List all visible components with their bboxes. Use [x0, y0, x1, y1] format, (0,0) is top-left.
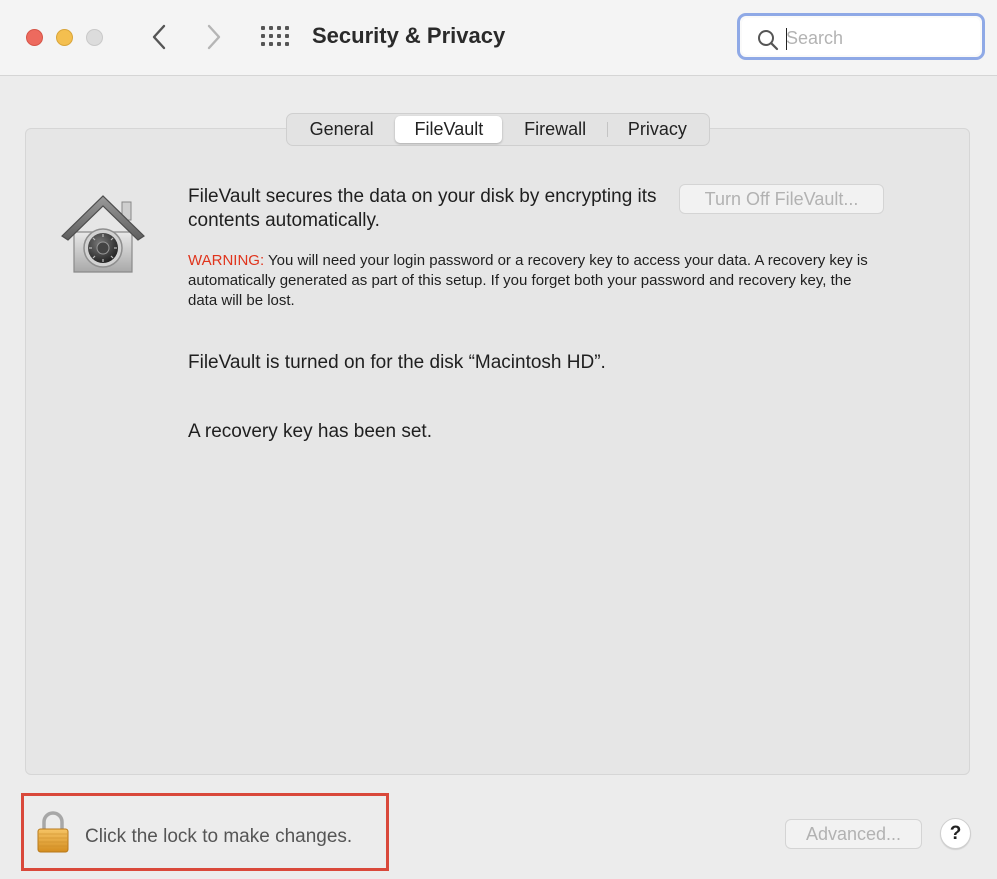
minimize-button[interactable]: [56, 29, 73, 46]
zoom-button[interactable]: [86, 29, 103, 46]
tab-firewall[interactable]: Firewall: [503, 116, 606, 143]
advanced-button[interactable]: Advanced...: [785, 819, 922, 849]
filevault-description: FileVault secures the data on your disk …: [188, 186, 657, 231]
tab-privacy[interactable]: Privacy: [608, 116, 707, 143]
filevault-disk-status: FileVault is turned on for the disk “Mac…: [188, 352, 606, 373]
recovery-key-status: A recovery key has been set.: [188, 421, 432, 442]
forward-button[interactable]: [200, 22, 228, 52]
search-icon: [758, 30, 779, 51]
padlock-icon[interactable]: [36, 810, 70, 854]
tab-filevault[interactable]: FileVault: [395, 116, 503, 143]
search-input[interactable]: [786, 26, 971, 50]
show-all-button[interactable]: [260, 25, 290, 49]
lock-highlight[interactable]: Click the lock to make changes.: [21, 793, 389, 871]
title-bar: Security & Privacy: [0, 0, 997, 76]
back-button[interactable]: [145, 22, 173, 52]
close-button[interactable]: [26, 29, 43, 46]
help-button[interactable]: ?: [940, 818, 971, 849]
text-caret: [786, 28, 787, 50]
tab-bar: General FileVault Firewall Privacy: [286, 113, 710, 146]
turn-off-filevault-button[interactable]: Turn Off FileVault...: [679, 184, 884, 214]
warning-text: You will need your login password or a r…: [188, 252, 868, 309]
filevault-house-safe-icon: [61, 195, 145, 273]
filevault-warning: WARNING: You will need your login passwo…: [188, 251, 878, 311]
search-field[interactable]: [737, 13, 985, 60]
window-title: Security & Privacy: [312, 23, 506, 48]
search-field-inner: [742, 18, 980, 55]
tab-general[interactable]: General: [289, 116, 394, 143]
chevron-right-icon: [207, 24, 221, 50]
lock-message: Click the lock to make changes.: [85, 826, 353, 847]
chevron-left-icon: [152, 24, 166, 50]
warning-label: WARNING:: [188, 252, 265, 269]
